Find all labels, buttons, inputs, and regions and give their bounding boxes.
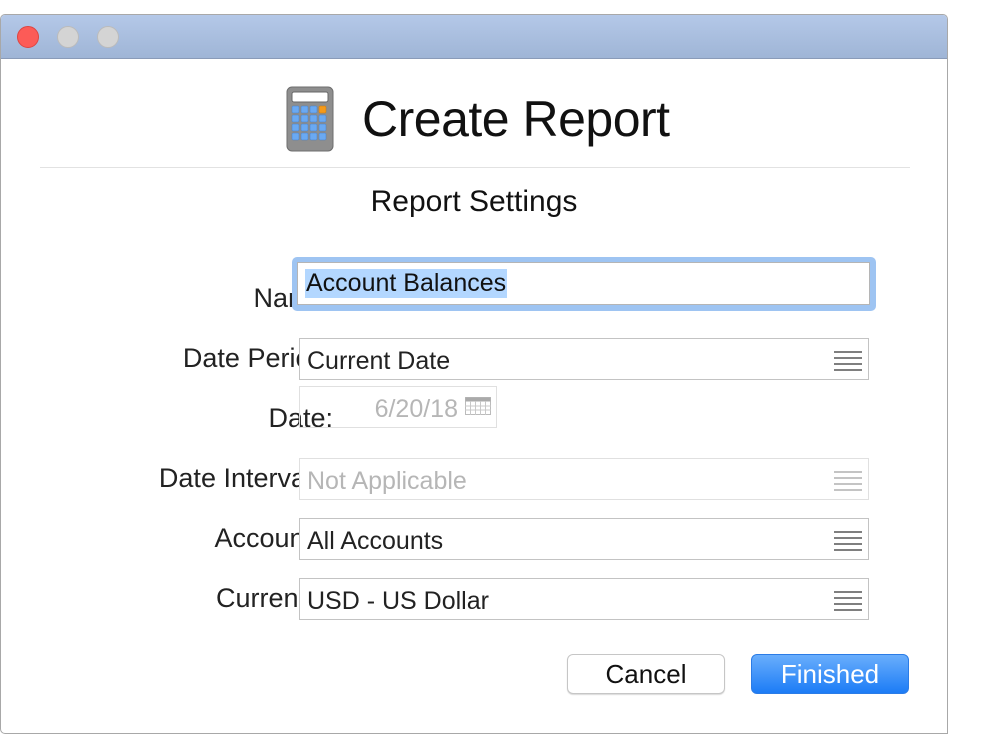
name-input[interactable]: Account Balances [292, 257, 876, 311]
currency-select[interactable]: USD - US Dollar [299, 578, 869, 620]
menu-icon[interactable] [834, 351, 862, 371]
dialog-header: Create Report [0, 84, 1000, 154]
menu-icon [834, 471, 862, 491]
header-divider [40, 167, 910, 168]
menu-icon[interactable] [834, 531, 862, 551]
menu-icon[interactable] [834, 591, 862, 611]
date-value: 6/20/18 [374, 395, 458, 423]
maximize-button[interactable] [97, 26, 119, 48]
section-title: Report Settings [370, 185, 578, 218]
title-bar[interactable] [1, 15, 947, 59]
date-intervals-select: Not Applicable [299, 458, 869, 500]
finished-button[interactable]: Finished [751, 654, 909, 694]
date-period-value: Current Date [307, 347, 451, 375]
accounts-value: All Accounts [307, 527, 444, 555]
close-button[interactable] [17, 26, 39, 48]
date-input: 6/20/18 [299, 386, 497, 428]
date-intervals-value: Not Applicable [307, 467, 467, 495]
minimize-button[interactable] [57, 26, 79, 48]
dialog-title: Create Report [362, 91, 670, 147]
cancel-button[interactable]: Cancel [567, 654, 725, 694]
date-period-select[interactable]: Current Date [299, 338, 869, 380]
calculator-icon [286, 86, 334, 152]
accounts-select[interactable]: All Accounts [299, 518, 869, 560]
calendar-icon [465, 397, 491, 415]
currency-value: USD - US Dollar [307, 587, 489, 615]
name-input-value[interactable]: Account Balances [305, 269, 508, 298]
